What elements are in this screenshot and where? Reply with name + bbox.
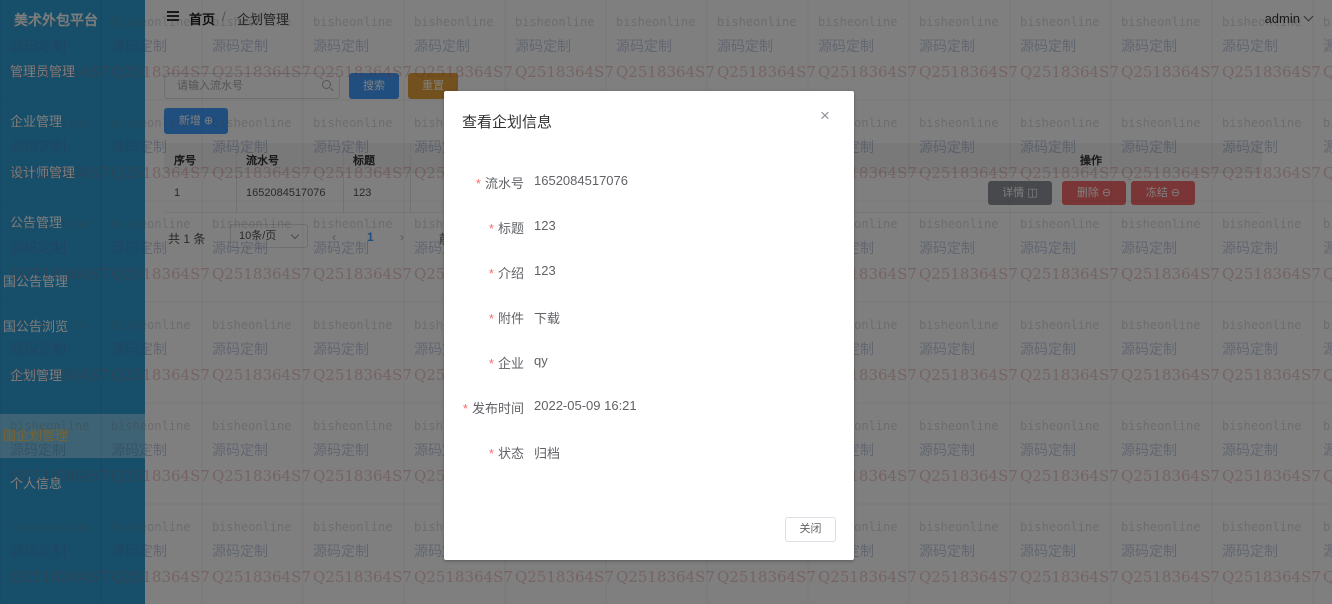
- field-publish-time: 发布时间 2022-05-09 16:21: [444, 396, 854, 416]
- field-label: 附件: [489, 308, 524, 327]
- field-label: 介绍: [489, 263, 524, 282]
- field-label: 发布时间: [463, 398, 524, 417]
- field-label: 状态: [489, 443, 524, 462]
- field-value: 123: [534, 263, 556, 278]
- view-plan-dialog: 查看企划信息 × 流水号 1652084517076 标题 123 介绍 123…: [444, 91, 854, 560]
- field-value: 1652084517076: [534, 173, 628, 188]
- field-value: 2022-05-09 16:21: [534, 398, 637, 413]
- field-enterprise: 企业 qy: [444, 351, 854, 371]
- download-link[interactable]: 下载: [534, 308, 560, 327]
- field-title: 标题 123: [444, 216, 854, 236]
- dialog-title: 查看企划信息: [462, 114, 553, 131]
- field-status: 状态 归档: [444, 441, 854, 461]
- field-attachment: 附件 下载: [444, 306, 854, 326]
- field-value: qy: [534, 353, 548, 368]
- field-label: 标题: [489, 218, 524, 237]
- field-serial: 流水号 1652084517076: [444, 171, 854, 191]
- field-value: 归档: [534, 446, 561, 461]
- field-label: 流水号: [476, 173, 524, 192]
- field-intro: 介绍 123: [444, 261, 854, 281]
- close-icon[interactable]: ×: [820, 107, 830, 125]
- close-button[interactable]: 关闭: [785, 517, 836, 542]
- field-value: 123: [534, 218, 556, 233]
- field-label: 企业: [489, 353, 524, 372]
